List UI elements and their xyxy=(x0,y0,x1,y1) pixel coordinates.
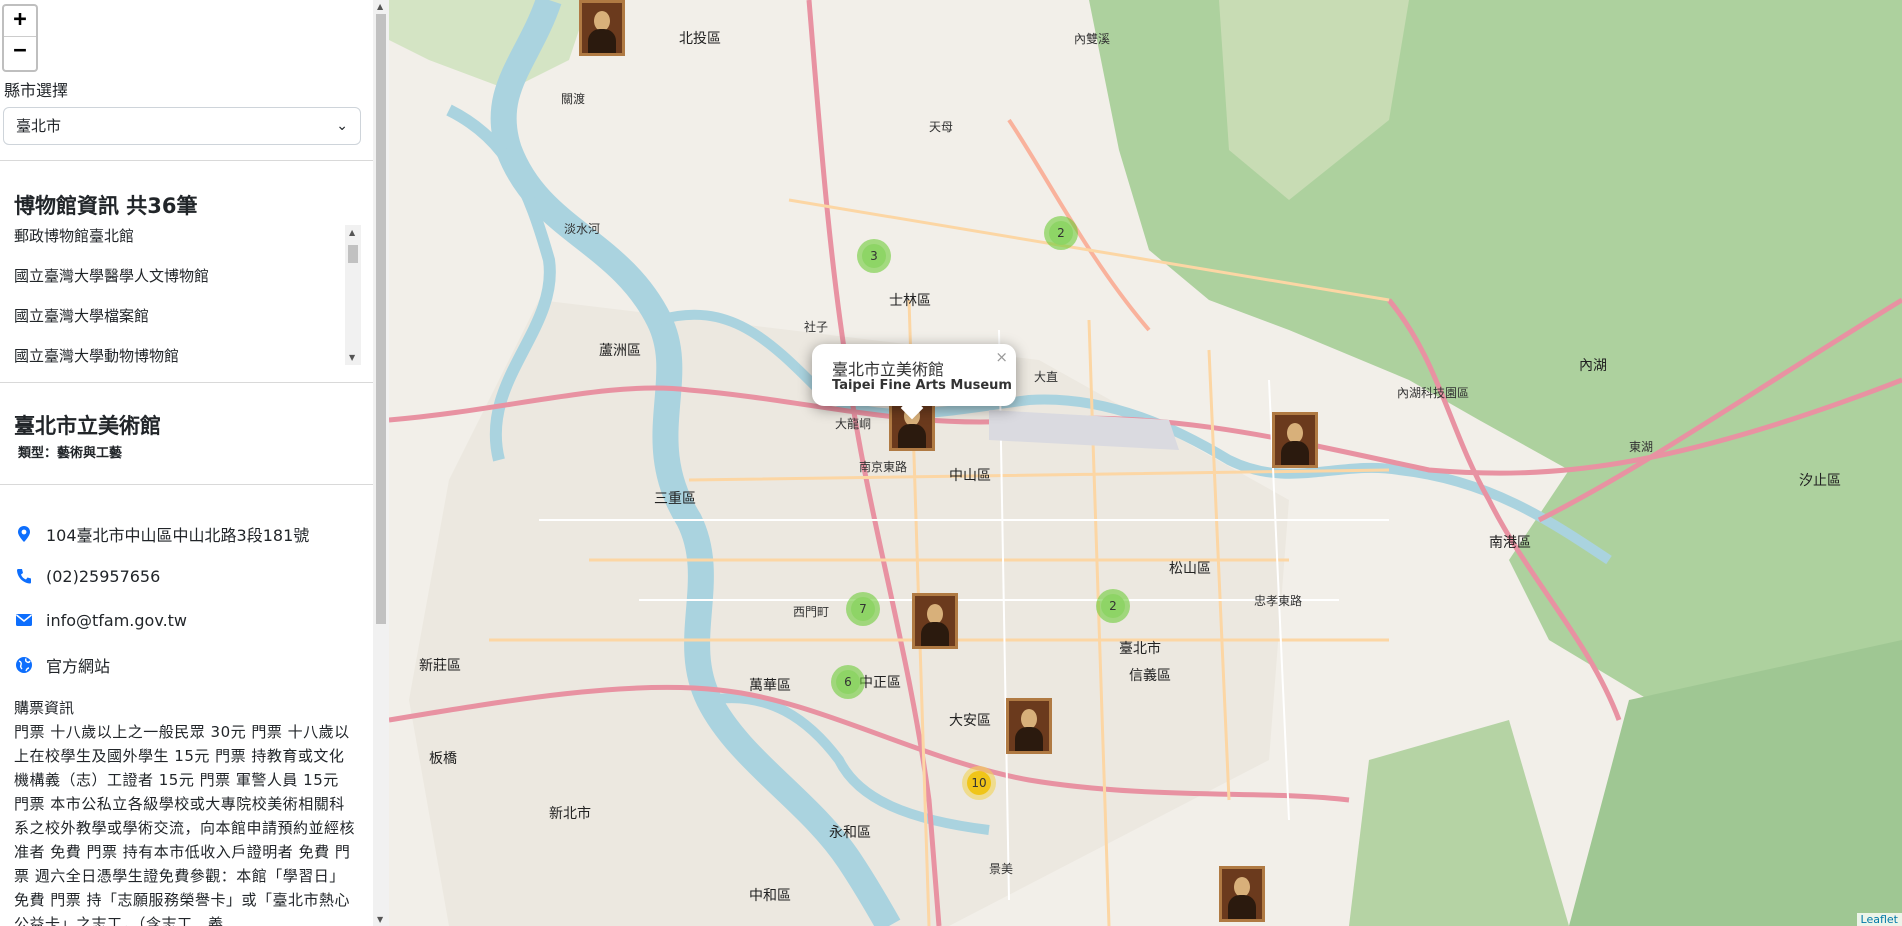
place-label: 忠孝東路 xyxy=(1254,594,1303,608)
place-label: 景美 xyxy=(989,862,1014,876)
address-text: 104臺北市中山區中山北路3段181號 xyxy=(46,526,310,545)
place-label: 大安區 xyxy=(949,713,991,729)
cluster-count: 3 xyxy=(862,244,886,268)
place-label: 萬華區 xyxy=(749,678,791,694)
place-label: 東湖 xyxy=(1629,440,1654,454)
place-label: 信義區 xyxy=(1129,668,1171,684)
county-select-label: 縣市選擇 xyxy=(4,81,69,100)
place-label: 西門町 xyxy=(793,605,830,619)
popup-title: 臺北市立美術館 xyxy=(832,360,945,379)
place-label: 大直 xyxy=(1034,370,1059,384)
divider xyxy=(0,484,373,485)
place-label: 臺北市 xyxy=(1119,641,1161,657)
map-tiles xyxy=(389,0,1902,926)
map-attribution[interactable]: Leaflet xyxy=(1856,913,1902,926)
place-label: 南京東路 xyxy=(859,460,908,474)
cluster-count: 2 xyxy=(1049,221,1073,245)
place-label: 中和區 xyxy=(749,888,791,904)
email-row: info@tfam.gov.tw xyxy=(14,610,187,630)
close-icon[interactable]: × xyxy=(995,348,1008,366)
place-label: 關渡 xyxy=(561,92,586,106)
place-label: 淡水河 xyxy=(564,222,601,236)
place-label: 士林區 xyxy=(889,293,931,309)
sidebar-scrollbar[interactable]: ▲ ▼ xyxy=(373,0,389,926)
list-item[interactable]: 郵政博物館臺北館 xyxy=(14,225,344,265)
cluster-marker[interactable]: 6 xyxy=(831,665,865,699)
divider xyxy=(0,160,373,161)
museum-list-scrollbar[interactable]: ▲ ▼ xyxy=(345,225,361,365)
cluster-count: 10 xyxy=(967,771,991,795)
scrollbar-thumb[interactable] xyxy=(376,14,386,624)
place-label: 大龍峒 xyxy=(835,417,872,431)
place-label: 北投區 xyxy=(679,31,721,47)
zoom-control: + − xyxy=(2,4,38,72)
museum-marker[interactable] xyxy=(912,593,958,649)
list-item[interactable]: 國立臺灣大學醫學人文博物館 xyxy=(14,265,344,305)
list-item[interactable]: 國立臺灣大學動物博物館 xyxy=(14,345,344,365)
ticket-info-text: 門票 十八歲以上之一般民眾 30元 門票 十八歲以上在校學生及國外學生 15元 … xyxy=(14,723,356,926)
museum-marker[interactable] xyxy=(1006,698,1052,754)
scroll-down-icon[interactable]: ▼ xyxy=(349,353,355,362)
county-select[interactable]: 臺北市 ⌄ xyxy=(3,107,361,145)
cluster-marker[interactable]: 2 xyxy=(1044,216,1078,250)
museum-list: 郵政博物館臺北館 國立臺灣大學醫學人文博物館 國立臺灣大學檔案館 國立臺灣大學動… xyxy=(14,225,344,365)
place-label: 板橋 xyxy=(429,751,457,767)
divider xyxy=(0,382,373,383)
phone-icon xyxy=(17,569,31,584)
place-label: 新北市 xyxy=(549,806,591,822)
museum-marker[interactable] xyxy=(1219,866,1265,922)
museum-detail-title: 臺北市立美術館 xyxy=(14,414,161,438)
museum-marker[interactable] xyxy=(1272,412,1318,468)
scroll-up-icon[interactable]: ▲ xyxy=(377,2,383,11)
cluster-count: 6 xyxy=(836,670,860,694)
place-label: 三重區 xyxy=(654,491,696,507)
website-link[interactable]: 官方網站 xyxy=(46,653,110,677)
museum-list-title: 博物館資訊 共36筆 xyxy=(14,194,198,218)
museum-marker[interactable] xyxy=(579,0,625,56)
place-label: 汐止區 xyxy=(1799,473,1841,489)
place-label: 社子 xyxy=(804,320,829,334)
zoom-in-button[interactable]: + xyxy=(4,6,36,36)
email-link[interactable]: info@tfam.gov.tw xyxy=(46,611,187,630)
phone-text[interactable]: (02)25957656 xyxy=(46,567,160,586)
place-label: 內雙溪 xyxy=(1074,32,1111,46)
county-select-value: 臺北市 xyxy=(16,117,62,135)
ticket-info-title: 購票資訊 xyxy=(14,699,75,717)
place-label: 中山區 xyxy=(949,468,991,484)
phone-row: (02)25957656 xyxy=(14,566,160,586)
place-label: 內湖 xyxy=(1579,358,1607,374)
cluster-count: 2 xyxy=(1101,594,1125,618)
place-label: 天母 xyxy=(929,120,954,134)
scroll-up-icon[interactable]: ▲ xyxy=(349,228,355,237)
website-row: 官方網站 xyxy=(14,653,110,677)
popup-subtitle: Taipei Fine Arts Museum xyxy=(832,378,1012,393)
address-row: 104臺北市中山區中山北路3段181號 xyxy=(14,522,309,546)
list-item[interactable]: 國立臺灣大學檔案館 xyxy=(14,305,344,345)
map[interactable]: 北投區 士林區 內湖 內湖科技園區 大直 大龍峒 中山區 松山區 臺北市 信義區… xyxy=(389,0,1902,926)
cluster-marker[interactable]: 3 xyxy=(857,239,891,273)
globe-icon xyxy=(16,657,32,673)
scroll-down-icon[interactable]: ▼ xyxy=(377,915,383,924)
map-popup: 臺北市立美術館 Taipei Fine Arts Museum × xyxy=(812,344,1016,420)
place-label: 蘆洲區 xyxy=(599,343,641,359)
place-label: 新莊區 xyxy=(419,658,461,674)
place-label: 永和區 xyxy=(829,825,871,841)
scrollbar-thumb[interactable] xyxy=(348,245,358,263)
place-label: 南港區 xyxy=(1489,535,1531,551)
cluster-marker[interactable]: 7 xyxy=(846,592,880,626)
sidebar: + − 縣市選擇 臺北市 ⌄ 博物館資訊 共36筆 郵政博物館臺北館 國立臺灣大… xyxy=(0,0,374,926)
cluster-count: 7 xyxy=(851,597,875,621)
zoom-out-button[interactable]: − xyxy=(4,36,36,67)
museum-type: 類型：藝術與工藝 xyxy=(18,446,123,461)
cluster-marker[interactable]: 2 xyxy=(1096,589,1130,623)
chevron-down-icon: ⌄ xyxy=(336,118,348,134)
place-label: 內湖科技園區 xyxy=(1397,386,1470,400)
envelope-icon xyxy=(16,614,32,626)
place-label: 松山區 xyxy=(1169,561,1211,577)
cluster-marker[interactable]: 10 xyxy=(962,766,996,800)
place-label: 中正區 xyxy=(859,675,901,691)
map-pin-icon xyxy=(18,526,30,542)
